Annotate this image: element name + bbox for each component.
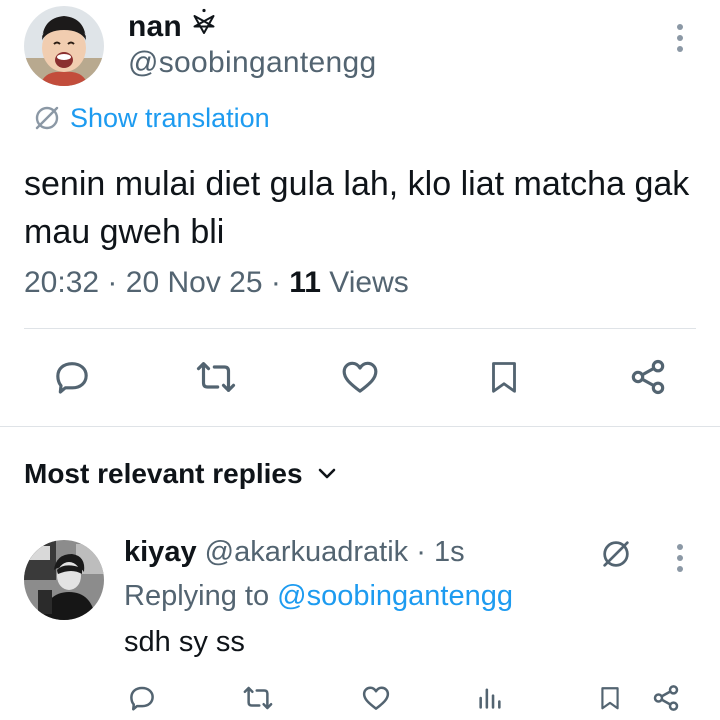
replies-sort-dropdown[interactable]: Most relevant replies [24, 456, 337, 492]
share-icon [651, 683, 681, 713]
reply-like-button[interactable] [354, 678, 398, 718]
reply-separator: · [416, 536, 426, 568]
reply-author-name[interactable]: kiyay [124, 536, 197, 568]
tweet-meta: 20:32 · 20 Nov 25 · 11 Views [24, 266, 409, 300]
reply-author-handle[interactable]: @akarkuadratik [205, 536, 409, 568]
retweet-icon [242, 683, 274, 713]
reply-time[interactable]: 1s [434, 536, 465, 568]
reply-retweet-button[interactable] [236, 678, 280, 718]
bookmark-button[interactable] [478, 352, 530, 402]
replying-to-label: Replying to [124, 580, 270, 612]
replies-heading: Most relevant replies [24, 458, 303, 489]
replying-to-user[interactable]: @soobingantengg [277, 580, 513, 612]
translate-label: Show translation [70, 102, 270, 133]
bookmark-icon [597, 683, 623, 713]
views-label[interactable]: Views [329, 266, 408, 299]
replying-to-line: Replying to @soobingantengg [124, 580, 513, 613]
more-options-icon[interactable] [664, 20, 696, 56]
author-name[interactable]: nan [128, 10, 182, 44]
share-button[interactable] [622, 352, 674, 402]
reply-header: kiyay @akarkuadratik · 1s [124, 536, 465, 569]
pentagram-icon [190, 8, 218, 36]
share-icon [628, 357, 668, 397]
divider [0, 426, 720, 427]
reply-text: sdh sy ss [124, 626, 245, 658]
translate-icon [32, 103, 62, 133]
tweet-text: senin mulai diet gula lah, klo liat matc… [24, 165, 690, 251]
reply-share-button[interactable] [644, 678, 688, 718]
like-icon [340, 357, 380, 397]
author-avatar[interactable] [24, 6, 104, 86]
retweet-button[interactable] [190, 352, 242, 402]
chevron-down-icon [317, 467, 337, 481]
reply-bookmark-button[interactable] [588, 678, 632, 718]
reply-button[interactable] [46, 352, 98, 402]
reply-avatar[interactable] [24, 540, 104, 620]
views-count[interactable]: 11 [289, 266, 321, 299]
divider [24, 328, 696, 329]
author-handle[interactable]: @soobingantengg [128, 46, 376, 80]
bookmark-icon [486, 357, 522, 397]
tweet-date[interactable]: 20 Nov 25 [126, 266, 263, 299]
meta-separator: · [270, 266, 281, 299]
like-button[interactable] [334, 352, 386, 402]
show-translation-link[interactable]: Show translation [32, 100, 270, 136]
tweet-time: 20:32 [24, 266, 100, 299]
like-icon [361, 683, 391, 713]
translate-icon [599, 537, 633, 571]
retweet-icon [195, 357, 237, 397]
reply-analytics-button[interactable] [468, 678, 512, 718]
reply-translate-button[interactable] [596, 534, 636, 574]
analytics-icon [476, 683, 504, 713]
reply-icon [127, 683, 157, 713]
reply-reply-button[interactable] [120, 678, 164, 718]
reply-icon [52, 357, 92, 397]
meta-separator: · [107, 266, 118, 299]
more-options-icon[interactable] [664, 538, 696, 578]
